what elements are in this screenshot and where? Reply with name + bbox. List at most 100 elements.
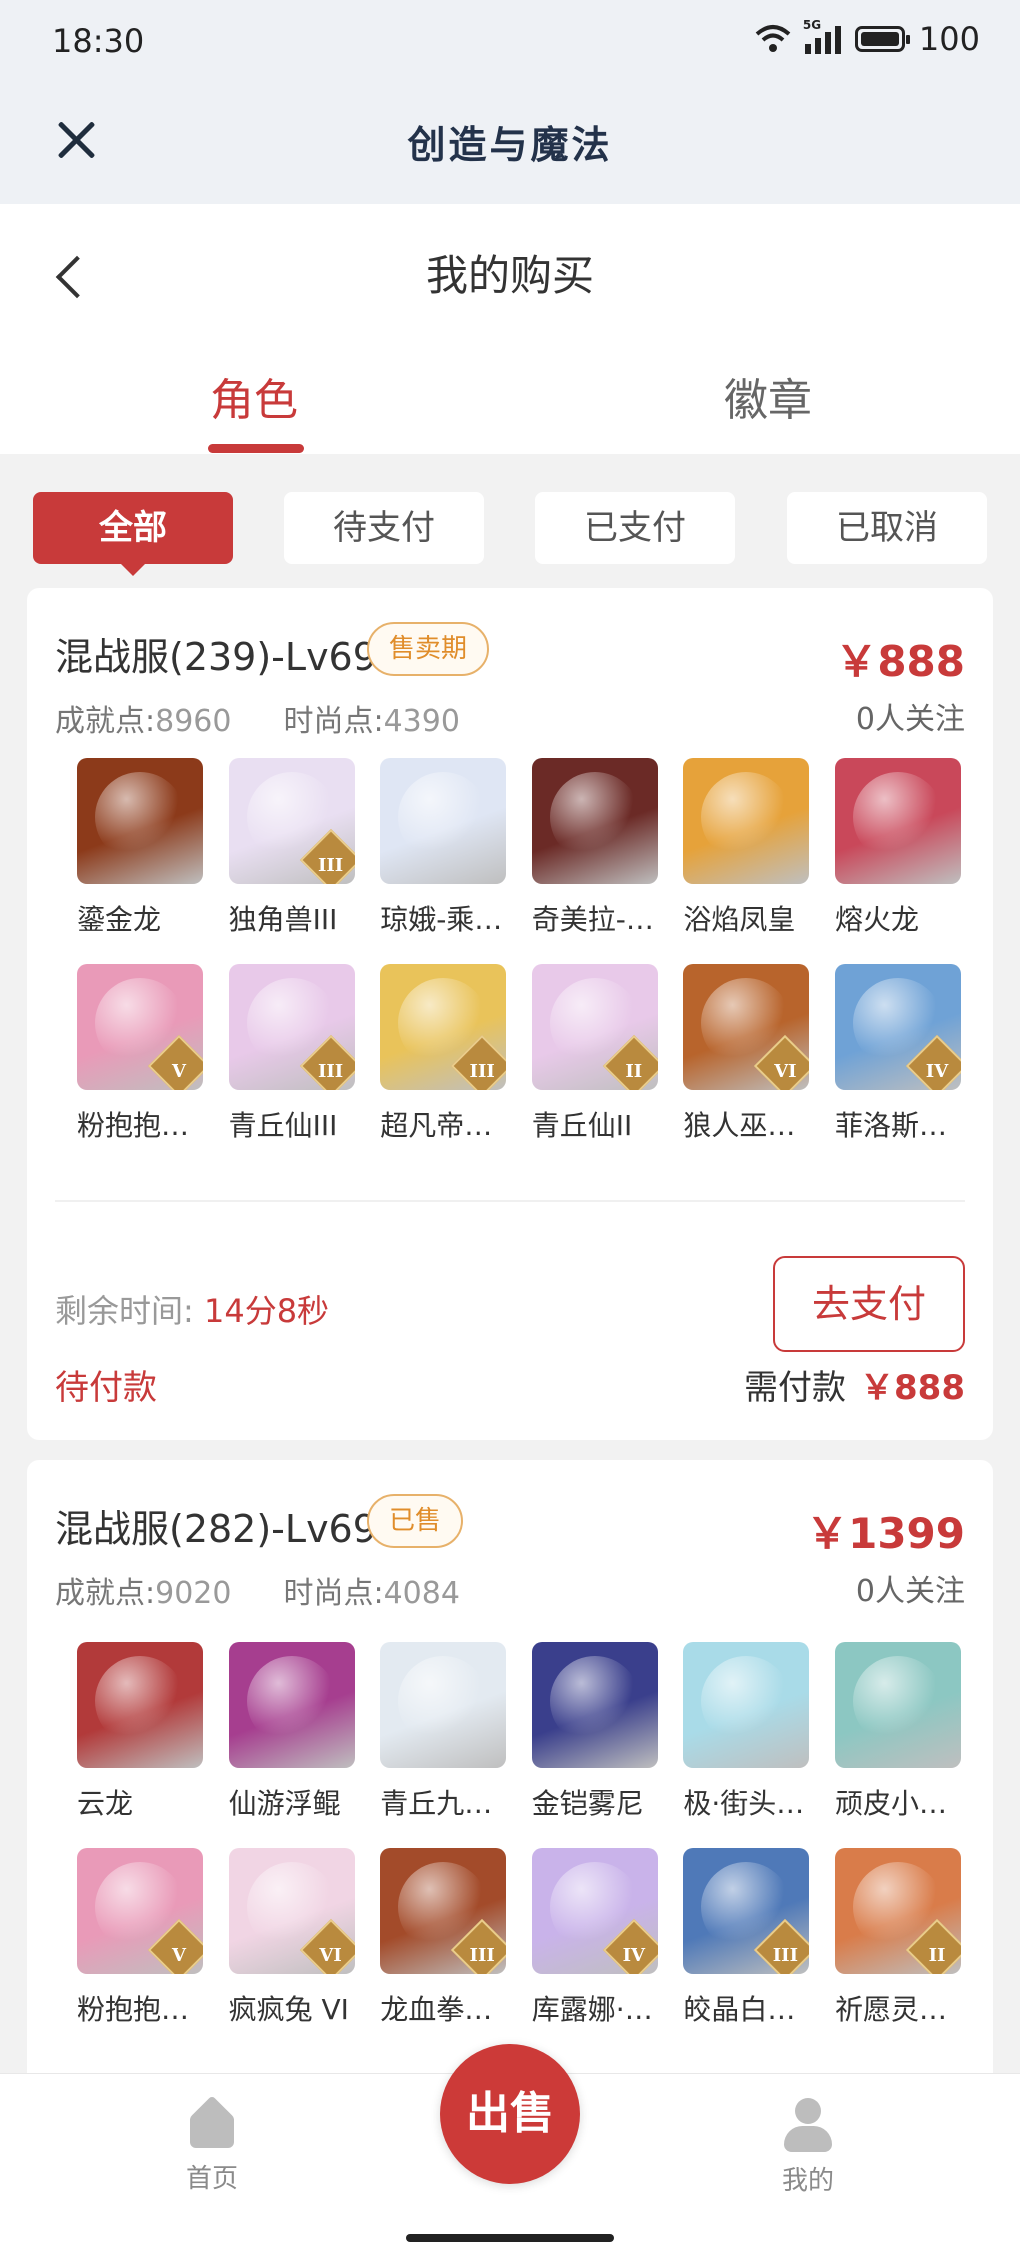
sell-button[interactable]: 出售 bbox=[440, 2044, 580, 2184]
item-thumbnail: III bbox=[228, 964, 355, 1090]
item-card[interactable]: 顽皮小… bbox=[835, 1642, 961, 1822]
item-thumbnail bbox=[531, 1642, 658, 1768]
status-time: 18:30 bbox=[52, 22, 145, 60]
rank-badge-text: V bbox=[172, 1061, 186, 1082]
rank-badge-text: III bbox=[317, 1061, 344, 1082]
item-card[interactable]: IV 菲洛斯… bbox=[835, 964, 961, 1144]
item-card[interactable]: III 独角兽III bbox=[228, 758, 355, 938]
rank-badge-text: II bbox=[928, 1945, 946, 1966]
wifi-icon bbox=[755, 25, 791, 52]
item-thumbnail bbox=[77, 758, 203, 884]
network-type: 5G bbox=[802, 18, 822, 32]
nav-mine-label: 我的 bbox=[781, 2166, 834, 2196]
item-card[interactable]: III 龙血拳… bbox=[380, 1848, 507, 2028]
item-card[interactable]: 鎏金龙 bbox=[77, 758, 203, 938]
item-thumbnail bbox=[380, 758, 507, 884]
remaining-time-label: 剩余时间: bbox=[55, 1292, 194, 1330]
item-card[interactable]: 琼娥-乘… bbox=[380, 758, 507, 938]
filter-cancelled[interactable]: 已取消 bbox=[787, 492, 987, 564]
item-thumbnail: III bbox=[683, 1848, 810, 1974]
amount-due-label: 需付款 bbox=[744, 1368, 847, 1408]
item-name: 青丘九… bbox=[380, 1787, 493, 1820]
item-card[interactable]: VI 疯疯兔 VI bbox=[228, 1848, 355, 2028]
tab-badge[interactable]: 徽章 bbox=[724, 364, 812, 428]
app-header: 创造与魔法 bbox=[0, 84, 1020, 204]
rank-badge-text: III bbox=[469, 1061, 495, 1082]
item-name: 琼娥-乘… bbox=[380, 903, 503, 936]
item-card[interactable]: IV 库露娜·… bbox=[531, 1848, 658, 2028]
item-thumbnail bbox=[228, 1642, 355, 1768]
item-thumbnail: III bbox=[380, 1848, 507, 1974]
item-thumbnail: II bbox=[531, 964, 658, 1090]
item-name: 奇美拉-… bbox=[531, 903, 654, 936]
tab-role[interactable]: 角色 bbox=[210, 364, 298, 428]
server-name: 混战服(282)-Lv69 bbox=[55, 1507, 377, 1551]
signal-icon: 5G bbox=[803, 18, 841, 54]
filter-row: 全部 待支付 已支付 已取消 bbox=[33, 492, 987, 576]
item-card[interactable]: 熔火龙 bbox=[835, 758, 961, 938]
order-price: ￥888 bbox=[835, 637, 965, 686]
fashion-value: 4084 bbox=[383, 1576, 460, 1611]
item-card[interactable]: 云龙 bbox=[77, 1642, 203, 1822]
order-card[interactable]: 混战服(239)-Lv69 售卖期 ￥888 成就点:8960 时尚点:4390 … bbox=[27, 588, 993, 1440]
item-name: 粉抱抱… bbox=[77, 1993, 190, 2026]
item-card[interactable]: 金铠雾尼 bbox=[531, 1642, 658, 1822]
item-card[interactable]: V 粉抱抱… bbox=[77, 1848, 203, 2028]
item-card[interactable]: 青丘九… bbox=[380, 1642, 507, 1822]
item-name: 青丘仙II bbox=[531, 1109, 633, 1142]
item-card[interactable]: III 皎晶白… bbox=[683, 1848, 810, 2028]
item-name: 青丘仙III bbox=[228, 1109, 338, 1142]
item-card[interactable]: VI 狼人巫… bbox=[683, 964, 810, 1144]
item-thumbnail: V bbox=[77, 964, 203, 1090]
item-name: 鎏金龙 bbox=[77, 903, 162, 936]
item-thumbnail bbox=[835, 758, 961, 884]
page-title: 我的购买 bbox=[425, 251, 594, 300]
rank-badge-text: III bbox=[317, 855, 344, 876]
app-title: 创造与魔法 bbox=[407, 123, 613, 167]
item-name: 浴焰凤皇 bbox=[683, 903, 796, 936]
rank-badge-text: III bbox=[469, 1945, 495, 1966]
nav-mine[interactable]: 我的 bbox=[748, 2098, 868, 2197]
achievement-value: 8960 bbox=[155, 704, 232, 739]
achievement-label: 成就点: bbox=[55, 1576, 156, 1611]
page-nav: 我的购买 角色 徽章 bbox=[0, 204, 1020, 454]
item-card[interactable]: III 超凡帝… bbox=[380, 964, 507, 1144]
nav-home[interactable]: 首页 bbox=[152, 2098, 272, 2195]
item-thumbnail bbox=[380, 1642, 507, 1768]
order-stats: 成就点:9020 时尚点:4084 bbox=[55, 1568, 460, 1612]
rank-badge-text: IV bbox=[925, 1061, 949, 1082]
fashion-value: 4390 bbox=[383, 704, 460, 739]
home-icon bbox=[186, 2098, 238, 2150]
status-icons: 5G 100 bbox=[755, 18, 980, 58]
order-price: ￥1399 bbox=[806, 1509, 965, 1558]
item-card[interactable]: 奇美拉-… bbox=[531, 758, 658, 938]
item-card[interactable]: III 青丘仙III bbox=[228, 964, 355, 1144]
item-card[interactable]: 仙游浮鲲 bbox=[228, 1642, 355, 1822]
active-tab-indicator bbox=[208, 444, 304, 453]
item-thumbnail: V bbox=[77, 1848, 203, 1974]
rank-badge-text: V bbox=[172, 1945, 186, 1966]
filter-pending[interactable]: 待支付 bbox=[284, 492, 484, 564]
rank-badge-text: VI bbox=[319, 1945, 342, 1966]
status-tag: 已售 bbox=[367, 1494, 464, 1548]
item-name: 超凡帝… bbox=[380, 1109, 493, 1142]
item-card[interactable]: II 青丘仙II bbox=[531, 964, 658, 1144]
item-thumbnail: IV bbox=[531, 1848, 658, 1974]
pay-button[interactable]: 去支付 bbox=[773, 1256, 965, 1352]
filter-paid[interactable]: 已支付 bbox=[535, 492, 735, 564]
item-name: 库露娜·… bbox=[531, 1993, 653, 2026]
item-card[interactable]: 极·街头… bbox=[683, 1642, 810, 1822]
item-card[interactable]: V 粉抱抱… bbox=[77, 964, 203, 1144]
item-name: 熔火龙 bbox=[835, 903, 920, 936]
order-card[interactable]: 混战服(282)-Lv69 已售 ￥1399 成就点:9020 时尚点:4084 … bbox=[27, 1460, 993, 2100]
item-name: 独角兽III bbox=[228, 903, 338, 936]
item-card[interactable]: 浴焰凤皇 bbox=[683, 758, 810, 938]
filter-all[interactable]: 全部 bbox=[33, 492, 233, 576]
home-indicator bbox=[406, 2234, 614, 2242]
item-thumbnail bbox=[835, 1642, 961, 1768]
fashion-label: 时尚点: bbox=[283, 704, 384, 739]
item-card[interactable]: II 祈愿灵… bbox=[835, 1848, 961, 2028]
item-name: 祈愿灵… bbox=[835, 1993, 948, 2026]
item-name: 顽皮小… bbox=[835, 1787, 948, 1820]
item-name: 狼人巫… bbox=[683, 1109, 796, 1142]
